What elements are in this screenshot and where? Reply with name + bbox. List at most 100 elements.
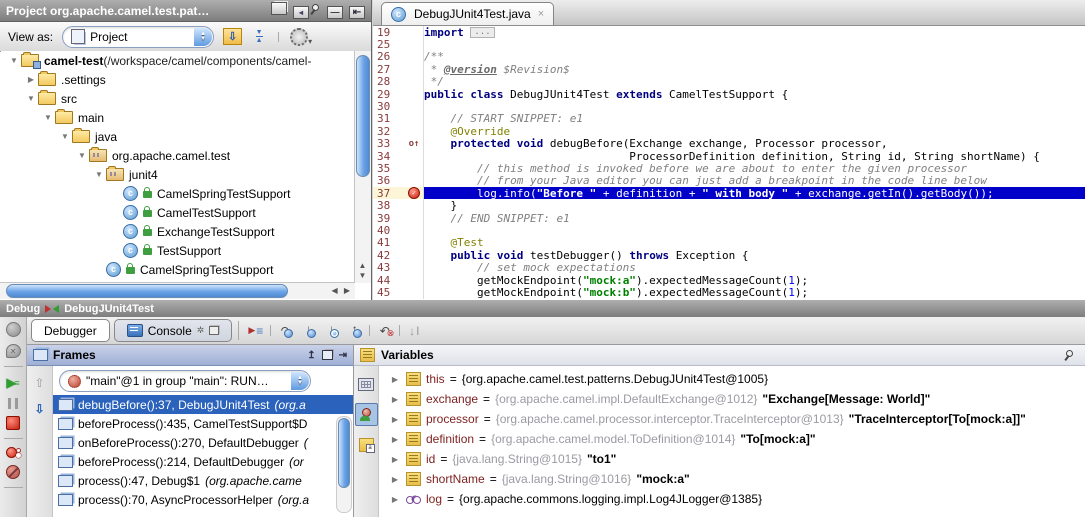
view-as-dropdown[interactable]: Project ▲▼ — [62, 26, 214, 48]
line-gutter[interactable] — [405, 249, 424, 261]
line-gutter[interactable] — [405, 199, 424, 211]
expand-triangle-icon[interactable]: ▶ — [389, 415, 401, 424]
line-code[interactable]: import ... — [424, 26, 1085, 38]
line-code[interactable] — [424, 100, 1085, 112]
drop-frame-icon[interactable] — [374, 321, 395, 340]
tree-row[interactable]: CamelTestSupport — [1, 203, 355, 222]
line-gutter[interactable] — [405, 63, 424, 75]
settings-gear-icon[interactable] — [290, 28, 308, 46]
float-panel-icon[interactable] — [322, 350, 333, 360]
step-over-icon[interactable] — [275, 321, 296, 340]
fields-view-icon[interactable] — [359, 438, 374, 452]
line-code[interactable]: /** — [424, 51, 1085, 63]
tree-expand-toggle[interactable]: ▼ — [24, 94, 38, 103]
variable-row[interactable]: ▶ id = {java.lang.String@1015} "to1" — [379, 449, 1085, 469]
code-line[interactable]: 45 getMockEndpoint("mock:b").expectedMes… — [373, 286, 1085, 298]
line-gutter[interactable] — [405, 224, 424, 236]
frame-row[interactable]: debugBefore():37, DebugJUnit4Test (org.a — [53, 395, 353, 414]
previous-frame-icon[interactable] — [34, 376, 44, 390]
line-gutter[interactable] — [405, 175, 424, 187]
pause-icon[interactable] — [8, 398, 18, 409]
code-line[interactable]: 34 ProcessorDefinition definition, Strin… — [373, 150, 1085, 162]
close-tab-icon[interactable]: × — [538, 8, 544, 20]
code-line[interactable]: 29 public class DebugJUnit4Test extends … — [373, 88, 1085, 100]
stop-icon[interactable] — [6, 416, 20, 430]
collapse-all-icon[interactable] — [251, 30, 267, 43]
line-code[interactable]: @Override — [424, 125, 1085, 137]
dropdown-stepper[interactable]: ▲▼ — [194, 28, 212, 46]
scrollbar-thumb[interactable] — [6, 284, 288, 298]
tree-expand-toggle[interactable]: ▼ — [75, 151, 89, 160]
code-line[interactable]: 36 // from your Java editor you can just… — [373, 175, 1085, 187]
pin-icon[interactable] — [309, 3, 321, 15]
expand-triangle-icon[interactable]: ▶ — [389, 475, 401, 484]
line-code[interactable]: */ — [424, 76, 1085, 88]
run-to-cursor-icon[interactable] — [404, 321, 425, 340]
code-editor[interactable]: 19 import ... 25 26 /** 27 * @version $R… — [373, 26, 1085, 300]
code-line[interactable]: 40 — [373, 224, 1085, 236]
tree-expand-toggle[interactable]: ▼ — [41, 113, 55, 122]
line-code[interactable]: // START SNIPPET: e1 — [424, 113, 1085, 125]
line-code[interactable] — [424, 224, 1085, 236]
code-line[interactable]: 43 // set mock expectations — [373, 261, 1085, 273]
force-step-into-icon[interactable] — [321, 321, 342, 340]
tree-row[interactable]: ▼ src — [1, 89, 355, 108]
code-line[interactable]: 25 — [373, 38, 1085, 50]
project-horizontal-scrollbar[interactable]: ◀ ▶ — [0, 282, 355, 299]
step-into-icon[interactable] — [298, 321, 319, 340]
evaluate-expression-icon[interactable] — [358, 378, 374, 391]
tree-row[interactable]: ▼ main — [1, 108, 355, 127]
line-gutter[interactable] — [405, 261, 424, 273]
line-gutter[interactable] — [405, 187, 424, 199]
expand-triangle-icon[interactable]: ▶ — [389, 495, 401, 504]
variable-row[interactable]: ▶ definition = {org.apache.camel.model.T… — [379, 429, 1085, 449]
scroll-from-source-icon[interactable] — [223, 28, 242, 45]
breakpoint-icon[interactable] — [408, 187, 420, 199]
resume-icon[interactable] — [6, 375, 19, 391]
fields-view-icon-slot[interactable] — [356, 434, 377, 455]
code-line[interactable]: 32 @Override — [373, 125, 1085, 137]
line-gutter[interactable] — [405, 88, 424, 100]
variable-row[interactable]: ▶ shortName = {java.lang.String@1016} "m… — [379, 469, 1085, 489]
line-gutter[interactable] — [405, 237, 424, 249]
scrollbar-arrows[interactable]: ◀ ▶ — [331, 286, 352, 295]
frame-row[interactable]: process():47, Debug$1 (org.apache.came — [53, 471, 353, 490]
tree-row[interactable]: TestSupport — [1, 241, 355, 260]
line-gutter[interactable] — [405, 274, 424, 286]
next-frame-icon[interactable] — [34, 402, 44, 416]
tree-row[interactable]: ▼ org.apache.camel.test — [1, 146, 355, 165]
hide-icon[interactable] — [349, 6, 365, 19]
line-code[interactable]: protected void debugBefore(Exchange exch… — [424, 138, 1085, 150]
frame-row[interactable]: onBeforeProcess():270, DefaultDebugger ( — [53, 433, 353, 452]
tree-row[interactable]: CamelSpringTestSupport — [1, 260, 355, 279]
code-line[interactable]: 37 log.info("Before " + definition + " w… — [373, 187, 1085, 199]
line-code[interactable]: getMockEndpoint("mock:a").expectedMessag… — [424, 274, 1085, 286]
line-code[interactable]: * @version $Revision$ — [424, 63, 1085, 75]
variable-row[interactable]: ▶ log = {org.apache.commons.logging.impl… — [379, 489, 1085, 509]
variables-list[interactable]: ▶ this = {org.apache.camel.test.patterns… — [379, 366, 1085, 517]
override-method-icon[interactable] — [409, 139, 420, 149]
code-line[interactable]: 41 @Test — [373, 237, 1085, 249]
frame-row[interactable]: beforeProcess():435, CamelTestSupport$D — [53, 414, 353, 433]
step-out-icon[interactable] — [344, 321, 365, 340]
line-gutter[interactable] — [405, 125, 424, 137]
variable-row[interactable]: ▶ processor = {org.apache.camel.processo… — [379, 409, 1085, 429]
bug-icon[interactable] — [6, 322, 21, 337]
code-line[interactable]: 39 // END SNIPPET: e1 — [373, 212, 1085, 224]
dropdown-stepper[interactable]: ▲▼ — [291, 372, 309, 390]
line-gutter[interactable] — [405, 212, 424, 224]
line-gutter[interactable] — [405, 150, 424, 162]
tab-debugger[interactable]: Debugger — [31, 319, 110, 342]
code-line[interactable]: 31 // START SNIPPET: e1 — [373, 113, 1085, 125]
frame-row[interactable]: beforeProcess():214, DefaultDebugger (or — [53, 452, 353, 471]
editor-tab-debugjunit4test[interactable]: DebugJUnit4Test.java × — [381, 2, 554, 25]
line-code[interactable]: ProcessorDefinition definition, String i… — [424, 150, 1085, 162]
tab-console[interactable]: Console ✲ — [114, 319, 233, 342]
line-code[interactable] — [424, 38, 1085, 50]
scrollbar-arrows[interactable]: ▲▼ — [358, 261, 367, 281]
thread-dropdown[interactable]: "main"@1 in group "main": RUN… ▲▼ — [59, 370, 311, 392]
tree-row[interactable]: ▶ .settings — [1, 70, 355, 89]
expand-triangle-icon[interactable]: ▶ — [389, 435, 401, 444]
line-gutter[interactable] — [405, 138, 424, 150]
code-line[interactable]: 30 — [373, 100, 1085, 112]
